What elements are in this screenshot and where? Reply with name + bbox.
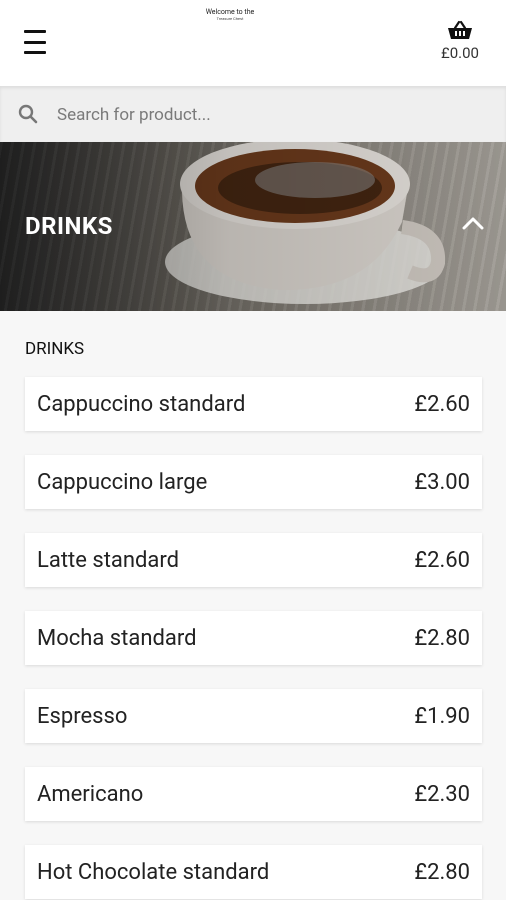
product-name: Latte standard (37, 547, 180, 573)
product-price: £2.60 (414, 547, 470, 573)
product-name: Hot Chocolate standard (37, 859, 270, 885)
product-list: Cappuccino standard £2.60 Cappuccino lar… (0, 377, 506, 899)
search-icon (18, 104, 38, 124)
app-header: Welcome to the Treasure Chest £0.00 (0, 0, 506, 86)
chevron-up-icon[interactable] (462, 216, 484, 230)
search-input[interactable] (55, 100, 479, 130)
section-label: DRINKS (25, 339, 85, 359)
product-price: £1.90 (414, 703, 470, 729)
product-item[interactable]: Mocha standard £2.80 (25, 611, 482, 665)
product-item[interactable]: Americano £2.30 (25, 767, 482, 821)
search-bar (0, 86, 506, 142)
logo-line2: Treasure Chest (216, 16, 244, 21)
product-name: Mocha standard (37, 625, 197, 651)
product-item[interactable]: Cappuccino standard £2.60 (25, 377, 482, 431)
basket-total: £0.00 (441, 44, 479, 62)
product-price: £2.60 (414, 391, 470, 417)
product-item[interactable]: Latte standard £2.60 (25, 533, 482, 587)
banner-title: DRINKS (25, 212, 113, 240)
product-price: £2.80 (414, 625, 470, 651)
product-name: Cappuccino standard (37, 391, 246, 417)
menu-icon[interactable] (24, 30, 46, 54)
product-item[interactable]: Espresso £1.90 (25, 689, 482, 743)
product-item[interactable]: Hot Chocolate standard £2.80 (25, 845, 482, 899)
basket-icon (448, 20, 472, 39)
product-name: Espresso (37, 703, 128, 729)
logo-line1: Welcome to the (205, 8, 255, 16)
product-price: £2.80 (414, 859, 470, 885)
product-price: £2.30 (414, 781, 470, 807)
category-banner[interactable]: DRINKS (0, 142, 506, 311)
basket-button[interactable]: £0.00 (430, 20, 490, 62)
logo[interactable]: Welcome to the Treasure Chest (160, 8, 300, 22)
product-name: Cappuccino large (37, 469, 208, 495)
product-item[interactable]: Cappuccino large £3.00 (25, 455, 482, 509)
product-name: Americano (37, 781, 144, 807)
product-price: £3.00 (414, 469, 470, 495)
